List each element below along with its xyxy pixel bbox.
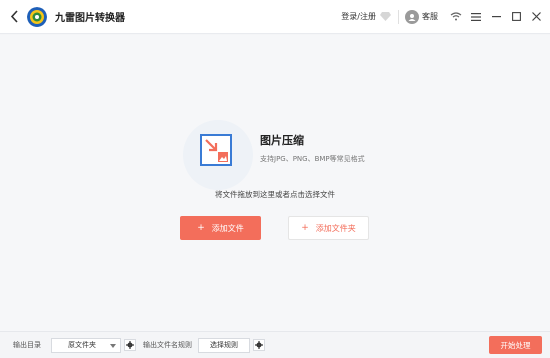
gear-icon bbox=[126, 341, 134, 349]
output-dir-value: 原文件夹 bbox=[68, 341, 96, 349]
menu-button[interactable] bbox=[468, 0, 484, 34]
image-compress-icon bbox=[200, 134, 232, 166]
plus-icon: + bbox=[301, 223, 309, 233]
maximize-icon bbox=[511, 12, 521, 21]
start-processing-button[interactable]: 开始处理 bbox=[489, 336, 542, 354]
close-button[interactable] bbox=[528, 0, 544, 34]
back-button[interactable] bbox=[3, 0, 25, 34]
wifi-icon[interactable] bbox=[448, 0, 464, 34]
select-rule-label: 选择规则 bbox=[210, 341, 238, 349]
support-label: 客服 bbox=[422, 12, 438, 21]
add-folder-button[interactable]: + 添加文件夹 bbox=[288, 216, 369, 240]
minimize-icon bbox=[491, 16, 501, 18]
drop-zone[interactable]: 图片压缩 支持JPG、PNG、BMP等常见格式 将文件拖放到这里或者点击选择文件… bbox=[0, 35, 550, 331]
support-button[interactable]: 客服 bbox=[405, 9, 438, 24]
select-rule-button[interactable]: 选择规则 bbox=[198, 337, 250, 353]
maximize-button[interactable] bbox=[508, 0, 524, 34]
login-register-link[interactable]: 登录/注册 bbox=[341, 11, 376, 22]
output-dir-label: 输出目录 bbox=[13, 341, 41, 349]
close-icon bbox=[531, 12, 541, 21]
name-rule-settings-button[interactable] bbox=[253, 339, 265, 351]
plus-icon: + bbox=[197, 223, 205, 233]
diamond-icon[interactable] bbox=[380, 11, 392, 23]
app-title: 九雷图片转换器 bbox=[55, 13, 125, 24]
add-file-button[interactable]: + 添加文件 bbox=[180, 216, 261, 240]
chevron-down-icon bbox=[110, 343, 116, 348]
add-folder-label: 添加文件夹 bbox=[315, 223, 356, 233]
output-dir-select[interactable]: 原文件夹 bbox=[51, 337, 121, 353]
bottom-bar: 输出目录 原文件夹 输出文件名规则 选择规则 开始处理 bbox=[0, 331, 550, 358]
add-file-label: 添加文件 bbox=[211, 223, 244, 233]
drop-hint: 将文件拖放到这里或者点击选择文件 bbox=[215, 190, 335, 199]
app-logo bbox=[27, 6, 47, 27]
feature-subtitle: 支持JPG、PNG、BMP等常见格式 bbox=[260, 155, 365, 163]
feature-title: 图片压缩 bbox=[260, 134, 304, 147]
output-dir-settings-button[interactable] bbox=[124, 339, 136, 351]
header-divider bbox=[398, 9, 399, 24]
title-bar: 九雷图片转换器 登录/注册 客服 bbox=[0, 0, 550, 34]
output-name-rule-label: 输出文件名规则 bbox=[143, 341, 192, 349]
gear-icon bbox=[255, 341, 263, 349]
minimize-button[interactable] bbox=[488, 0, 504, 34]
hamburger-icon bbox=[471, 12, 481, 21]
support-avatar-icon bbox=[405, 9, 419, 24]
chevron-left-icon bbox=[10, 10, 18, 23]
